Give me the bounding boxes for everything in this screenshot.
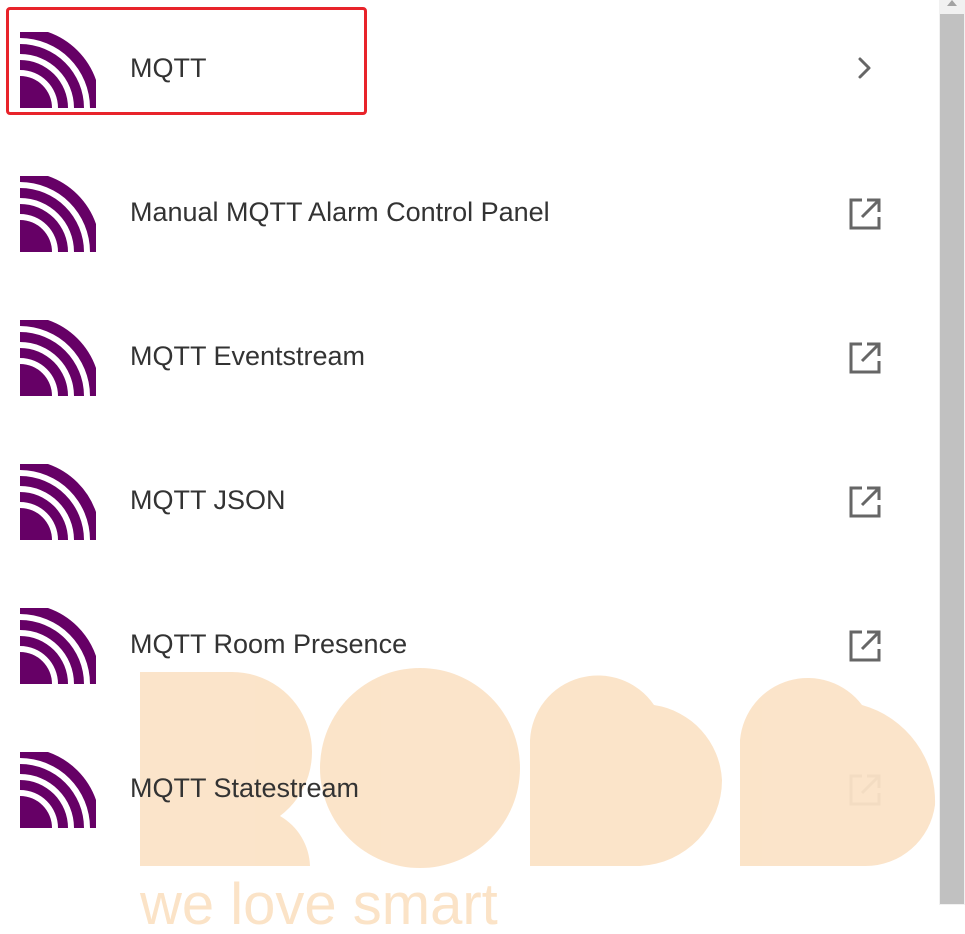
integration-item-label: Manual MQTT Alarm Control Panel [130,197,550,227]
scrollbar-thumb[interactable] [940,14,964,904]
integration-item-manual-mqtt-alarm-control-panel[interactable]: Manual MQTT Alarm Control Panel [0,144,935,260]
integration-item-mqtt-eventstream[interactable]: MQTT Eventstream [0,288,935,404]
integration-item-label: MQTT JSON [130,485,286,515]
open-in-new-icon [849,630,881,662]
mqtt-logo-icon [20,320,96,396]
mqtt-logo-icon [20,608,96,684]
mqtt-logo-icon [20,464,96,540]
integration-item-label: MQTT Room Presence [130,629,408,659]
integration-item-mqtt-room-presence[interactable]: MQTT Room Presence [0,576,935,692]
integration-picker: MQTT Manual MQTT Alarm Control Panel MQT… [0,0,965,934]
mqtt-logo-icon [20,176,96,252]
integration-item-label: MQTT Statestream [130,773,360,803]
mqtt-logo-icon [18,30,98,110]
open-in-new-icon [849,774,881,806]
integration-item-label: MQTT Eventstream [130,341,366,371]
open-in-new-icon [849,486,881,518]
integration-item-label: MQTT [130,53,207,83]
scrollbar[interactable] [939,0,965,905]
watermark-tagline: we love smart [140,872,498,934]
integration-item-mqtt[interactable]: MQTT [0,0,935,116]
mqtt-logo-icon [20,752,96,828]
integration-item-mqtt-statestream[interactable]: MQTT Statestream [0,720,935,836]
open-in-new-icon [849,198,881,230]
open-in-new-icon [849,342,881,374]
scroll-up-icon[interactable] [947,0,957,6]
chevron-right-icon [858,57,871,79]
integration-item-mqtt-json[interactable]: MQTT JSON [0,432,935,548]
integration-list: MQTT Manual MQTT Alarm Control Panel MQT… [0,0,935,934]
